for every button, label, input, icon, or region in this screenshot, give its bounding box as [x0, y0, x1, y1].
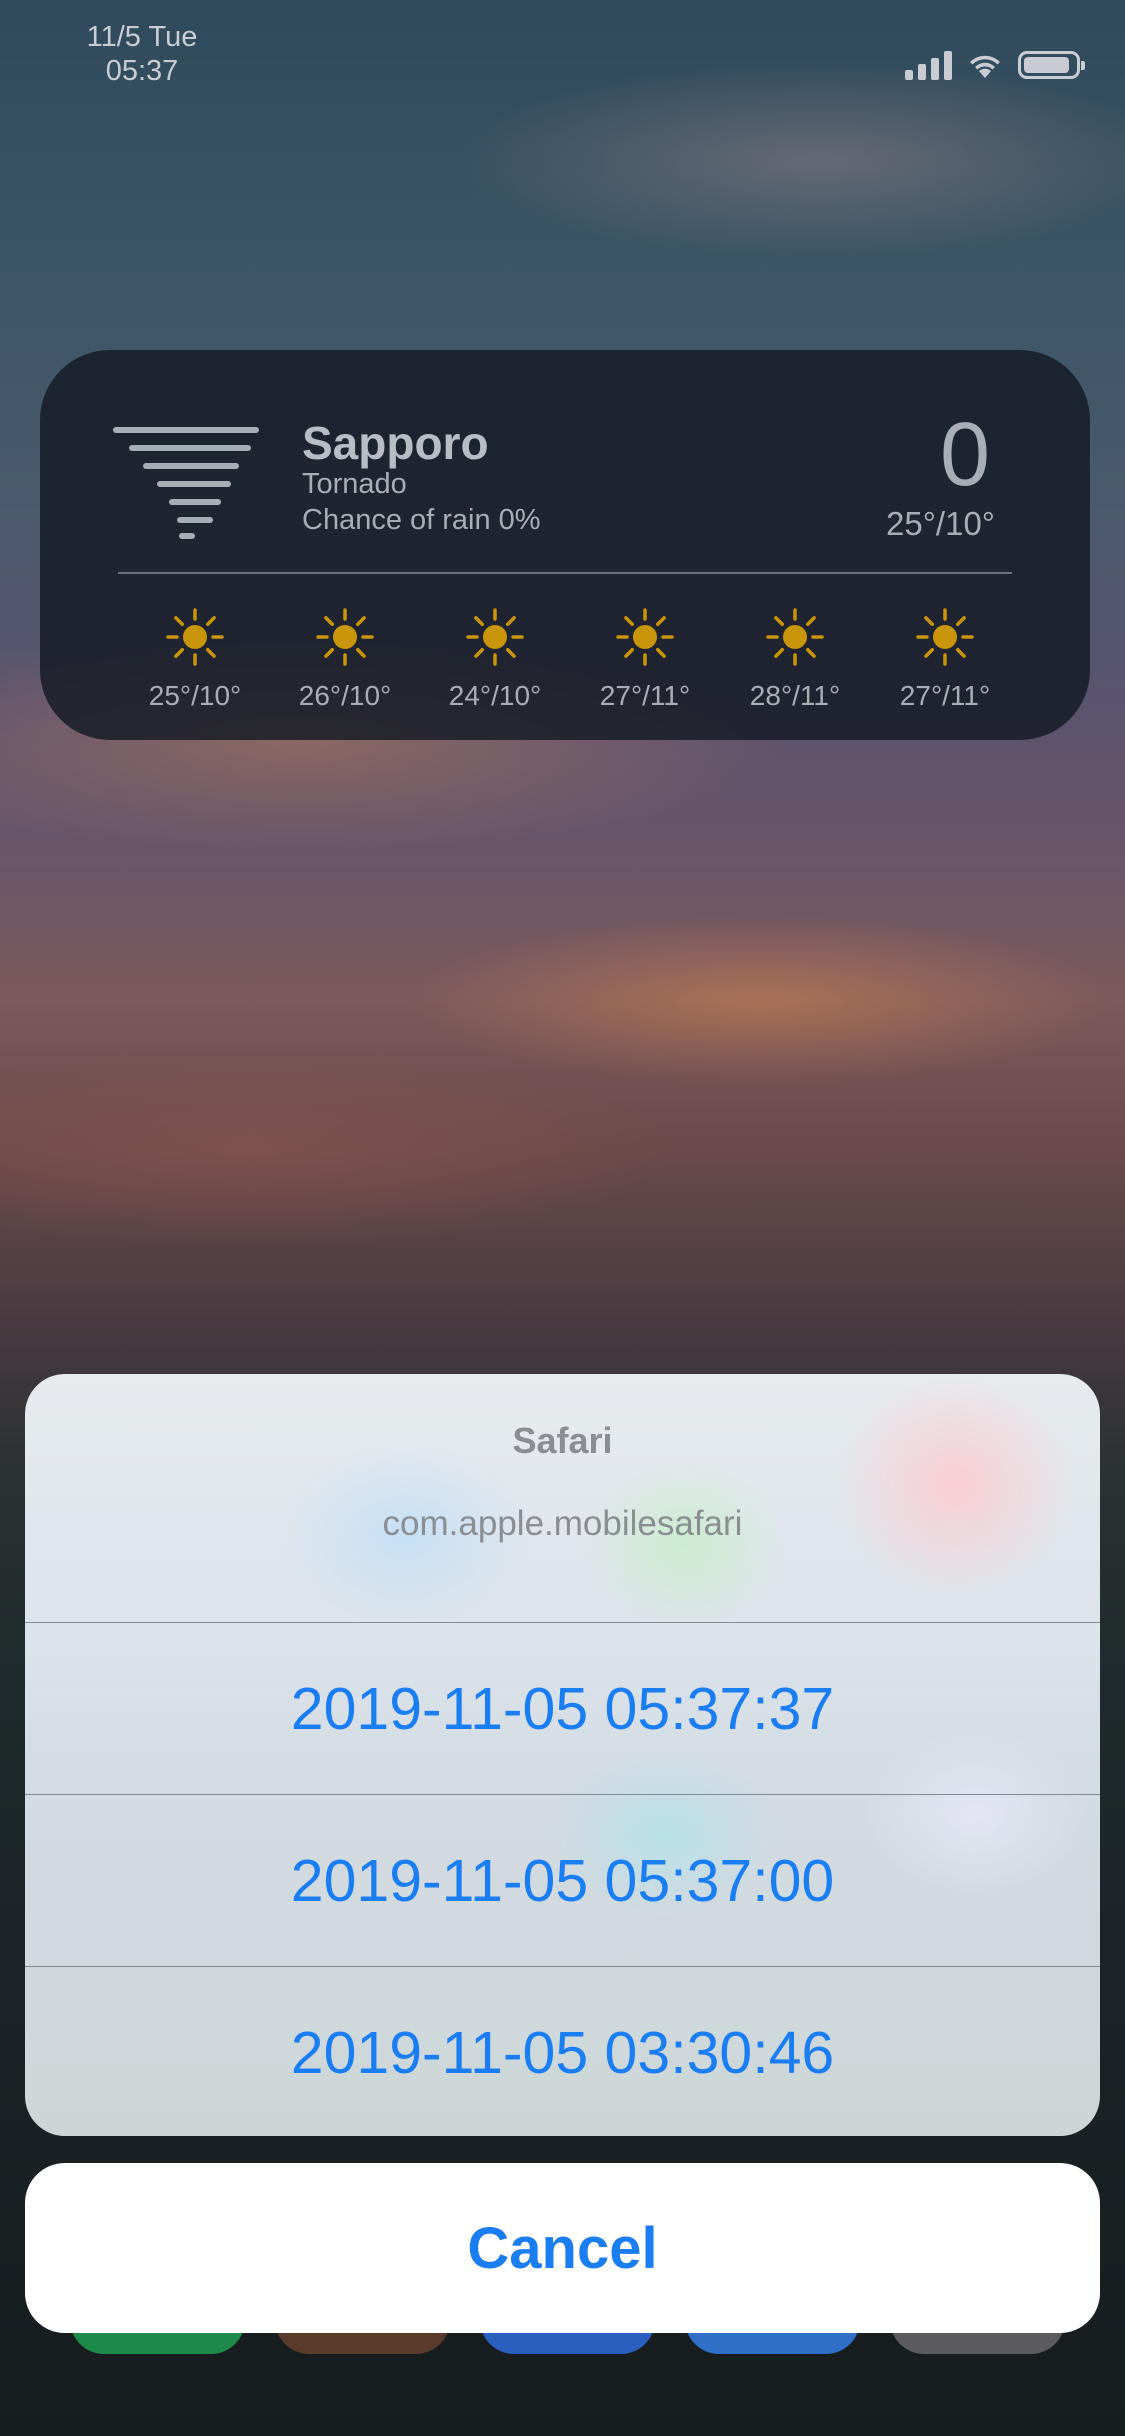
forecast-temp: 25°/10°: [148, 680, 242, 711]
forecast-day: 26°/10°: [270, 606, 420, 712]
sun-icon: [166, 608, 224, 666]
action-sheet-subtitle: com.apple.mobilesafari: [382, 1504, 743, 1543]
forecast-temp: 26°/10°: [298, 680, 392, 711]
forecast-temp: 28°/11°: [749, 680, 841, 711]
tornado-icon: [113, 427, 259, 539]
forecast-temp: 27°/11°: [599, 680, 691, 711]
chance-of-rain: Chance of rain 0%: [302, 504, 541, 536]
status-date: 11/5 Tue: [86, 21, 198, 53]
action-sheet-title: Safari: [512, 1420, 613, 1461]
action-sheet: Safari com.apple.mobilesafari 2019-11-05…: [25, 1374, 1100, 2136]
widget-divider: [118, 572, 1012, 574]
forecast-day: 28°/11°: [720, 606, 870, 712]
status-icons: [905, 50, 1085, 80]
action-sheet-option[interactable]: 2019-11-05 05:37:00: [25, 1795, 1100, 1967]
status-date-time: 11/5 Tue 05:37: [72, 20, 212, 88]
sun-icon: [316, 608, 374, 666]
city-name: Sapporo: [302, 417, 489, 469]
cellular-signal-icon: [905, 50, 952, 80]
forecast-day: 27°/11°: [870, 606, 1020, 712]
cancel-button[interactable]: Cancel: [25, 2163, 1100, 2333]
battery-level: [1024, 57, 1069, 73]
sun-icon: [916, 608, 974, 666]
forecast-day: 24°/10°: [420, 606, 570, 712]
action-sheet-option[interactable]: 2019-11-05 05:37:37: [25, 1623, 1100, 1795]
temperature-range: 25°/10°: [886, 505, 995, 542]
forecast-temp: 27°/11°: [899, 680, 991, 711]
sun-icon: [616, 608, 674, 666]
forecast-row: 25°/10° 26°/10° 24°/10° 27°/11° 28°/11° 27°/1…: [120, 606, 1020, 712]
sun-icon: [766, 608, 824, 666]
current-temperature: 0: [939, 405, 990, 505]
action-sheet-header: Safari com.apple.mobilesafari: [25, 1374, 1100, 1623]
action-sheet-option[interactable]: 2019-11-05 03:30:46: [25, 1967, 1100, 2136]
weather-condition: Tornado: [302, 468, 407, 500]
wifi-icon: [970, 55, 1000, 78]
forecast-day: 25°/10°: [120, 606, 270, 712]
weather-widget[interactable]: Sapporo Tornado Chance of rain 0% 0 25°/…: [40, 350, 1090, 740]
forecast-day: 27°/11°: [570, 606, 720, 712]
sun-icon: [466, 608, 524, 666]
forecast-temp: 24°/10°: [448, 680, 542, 711]
status-time: 05:37: [105, 55, 179, 87]
battery-icon: [1018, 51, 1085, 79]
